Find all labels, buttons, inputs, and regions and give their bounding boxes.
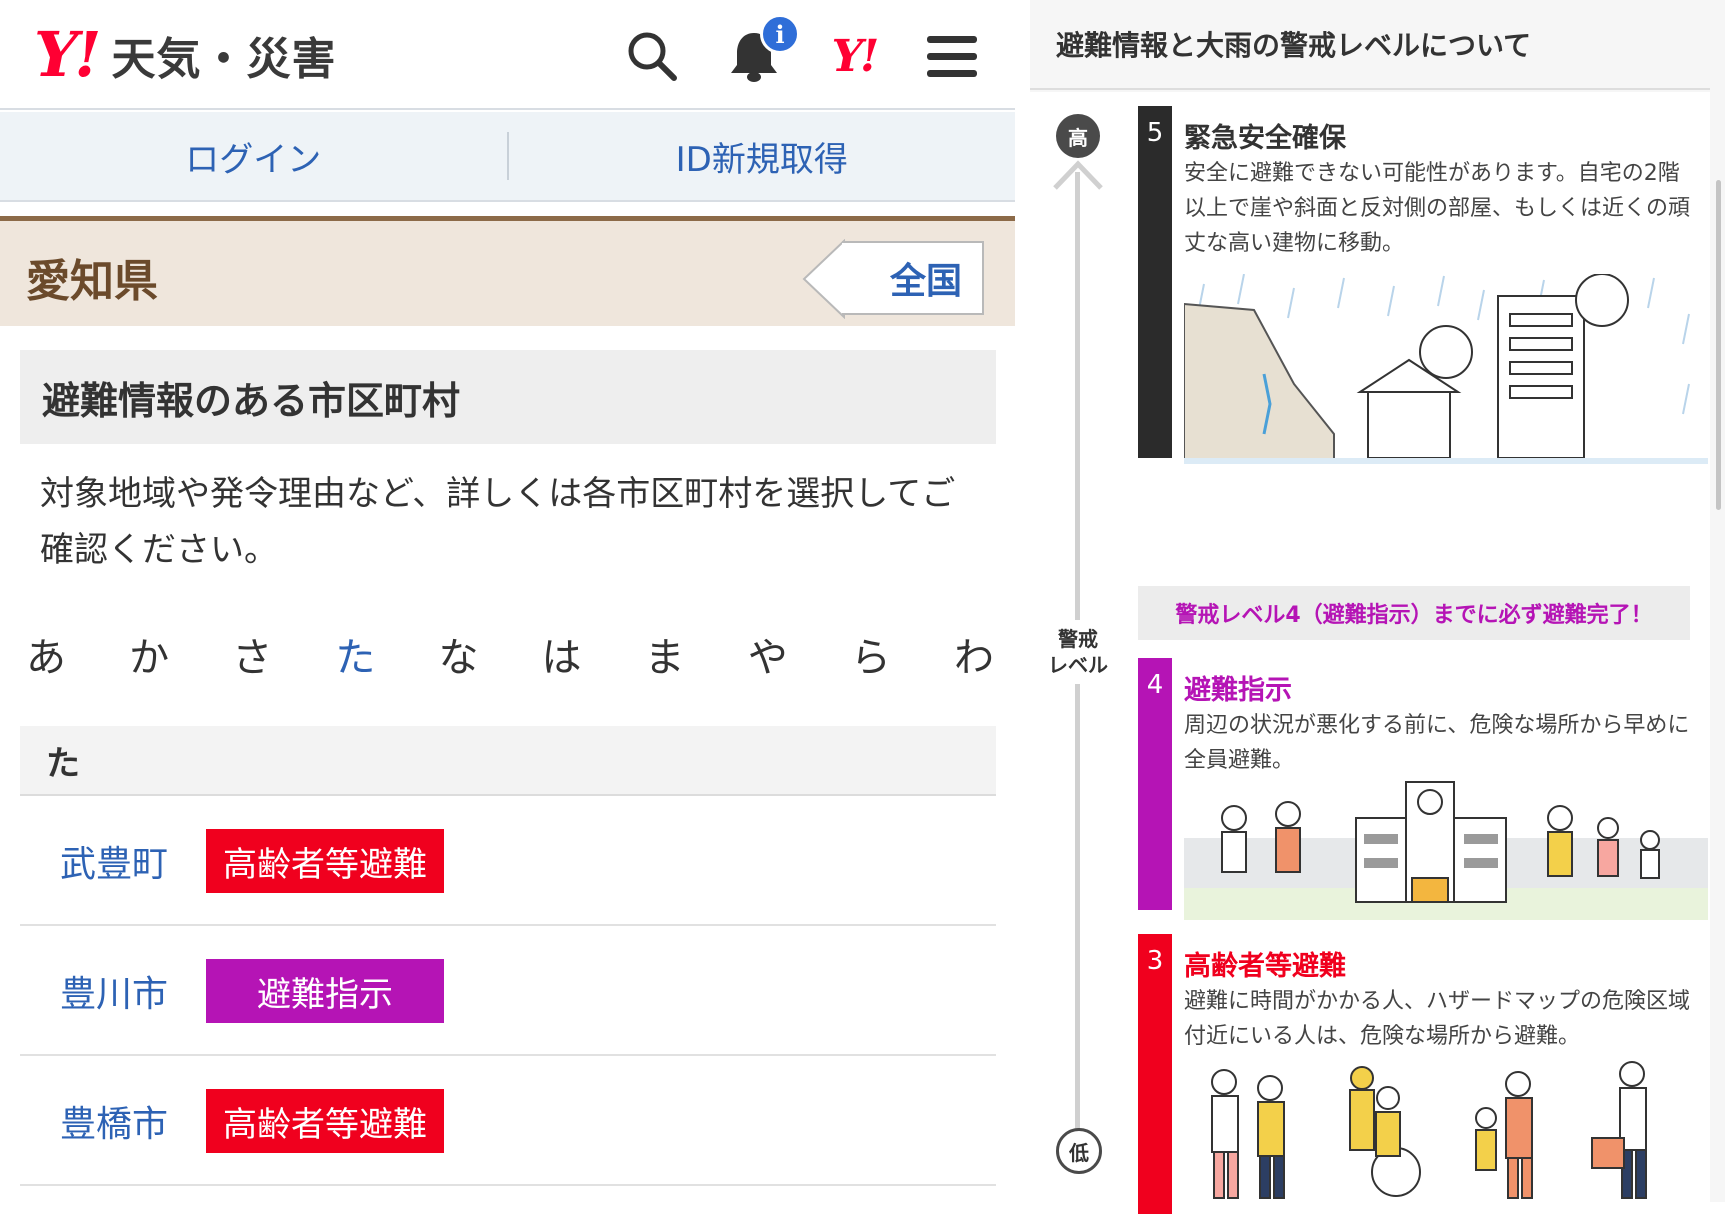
kana-tab[interactable]: ら bbox=[849, 625, 893, 683]
prefecture-bar: 愛知県 全国 bbox=[0, 216, 1015, 326]
level-4-description: 周辺の状況が悪化する前に、危険な場所から早めに全員避難。 bbox=[1184, 713, 1690, 773]
group-heading: た bbox=[20, 726, 996, 796]
evacuation-deadline-notice: 警戒レベル4（避難指示）までに必ず避難完了！ bbox=[1138, 586, 1690, 640]
notification-badge[interactable]: i bbox=[760, 14, 800, 54]
search-icon[interactable] bbox=[620, 24, 684, 88]
level-chart-area: 高 警戒 レベル 低 5 緊急安全確保 安全に避難できない可能性があります。自宅… bbox=[1030, 92, 1710, 1214]
level-4-block: 4 避難指示 周辺の状況が悪化する前に、危険な場所から早めに全員避難。 bbox=[1138, 658, 1708, 920]
nationwide-button[interactable]: 全国 bbox=[842, 241, 984, 315]
auth-bar: ログイン ID新規取得 bbox=[0, 112, 1015, 202]
level-5-block: 5 緊急安全確保 安全に避難できない可能性があります。自宅の2階以上で崖や斜面と… bbox=[1138, 106, 1708, 464]
login-link[interactable]: ログイン bbox=[0, 112, 507, 200]
municipality-row[interactable]: 豊川市 避難指示 bbox=[20, 928, 996, 1056]
warning-level-panel: 避難情報と大雨の警戒レベルについて 高 警戒 レベル 低 5 緊急安全確保 安全… bbox=[1030, 0, 1725, 1214]
evacuation-status-badge: 高齢者等避難 bbox=[206, 829, 444, 893]
evacuation-status-badge: 避難指示 bbox=[206, 959, 444, 1023]
up-arrow-icon bbox=[1053, 160, 1103, 190]
service-name: 天気・災害 bbox=[111, 34, 337, 85]
level-3-illustration bbox=[1184, 1060, 1708, 1208]
kana-tab[interactable]: か bbox=[127, 625, 171, 683]
kana-index-bar: あかさたなはまやらわ bbox=[24, 620, 996, 688]
municipality-name[interactable]: 豊川市 bbox=[20, 965, 206, 1017]
kana-tab[interactable]: ま bbox=[643, 625, 687, 683]
level-4-bar: 4 bbox=[1138, 658, 1172, 910]
level-axis-line bbox=[1075, 692, 1080, 1152]
kana-tab[interactable]: あ bbox=[24, 625, 68, 683]
level-5-bar: 5 bbox=[1138, 106, 1172, 458]
axis-high-marker: 高 bbox=[1056, 114, 1100, 158]
level-3-block: 3 高齢者等避難 避難に時間がかかる人、ハザードマップの危険区域付近にいる人は、… bbox=[1138, 934, 1708, 1214]
yahoo-japan-icon[interactable]: Y! bbox=[822, 24, 886, 88]
evacuation-status-badge: 高齢者等避難 bbox=[206, 1089, 444, 1153]
level-3-title: 高齢者等避難 bbox=[1184, 951, 1346, 982]
municipality-row[interactable]: 武豊町 高齢者等避難 bbox=[20, 798, 996, 926]
kana-tab[interactable]: さ bbox=[230, 625, 274, 683]
prefecture-evacuation-screen: Y! 天気・災害 i Y! ログイン ID新規取得 愛知県 全国 避難情報のある… bbox=[0, 0, 1015, 1202]
municipality-name[interactable]: 武豊町 bbox=[20, 835, 206, 887]
level-axis-line bbox=[1075, 172, 1080, 692]
municipality-name[interactable]: 豊橋市 bbox=[20, 1095, 206, 1147]
panel-scrollbar[interactable] bbox=[1716, 180, 1721, 510]
kana-tab[interactable]: た bbox=[333, 625, 377, 683]
section-title: 避難情報のある市区町村 bbox=[20, 350, 996, 444]
yahoo-weather-logo[interactable]: Y! 天気・災害 bbox=[34, 20, 336, 90]
kana-tab[interactable]: は bbox=[540, 625, 584, 683]
app-header: Y! 天気・災害 i Y! bbox=[0, 0, 1015, 110]
axis-label: 警戒 レベル bbox=[1040, 620, 1116, 684]
logo-mark: Y! bbox=[34, 18, 102, 91]
axis-low-marker: 低 bbox=[1056, 1128, 1102, 1174]
prefecture-name: 愛知県 bbox=[26, 256, 158, 307]
level-5-description: 安全に避難できない可能性があります。自宅の2階以上で崖や斜面と反対側の部屋、もし… bbox=[1184, 161, 1691, 256]
level-3-description: 避難に時間がかかる人、ハザードマップの危険区域付近にいる人は、危険な場所から避難… bbox=[1184, 989, 1691, 1049]
level-4-number: 4 bbox=[1146, 670, 1164, 700]
signup-link[interactable]: ID新規取得 bbox=[509, 112, 1016, 200]
level-3-bar: 3 bbox=[1138, 934, 1172, 1214]
level-4-illustration bbox=[1184, 778, 1708, 920]
section-description: 対象地域や発令理由など、詳しくは各市区町村を選択してご確認ください。 bbox=[40, 474, 956, 570]
panel-title: 避難情報と大雨の警戒レベルについて bbox=[1030, 0, 1710, 90]
level-5-number: 5 bbox=[1146, 118, 1164, 148]
level-4-title: 避難指示 bbox=[1184, 675, 1292, 706]
level-3-number: 3 bbox=[1146, 946, 1164, 976]
kana-tab[interactable]: や bbox=[746, 625, 790, 683]
level-5-title: 緊急安全確保 bbox=[1184, 123, 1346, 154]
level-5-illustration bbox=[1184, 274, 1708, 464]
municipality-row[interactable]: 豊橋市 高齢者等避難 bbox=[20, 1058, 996, 1186]
kana-tab[interactable]: な bbox=[436, 625, 480, 683]
kana-tab[interactable]: わ bbox=[952, 625, 996, 683]
menu-icon[interactable] bbox=[920, 24, 984, 88]
